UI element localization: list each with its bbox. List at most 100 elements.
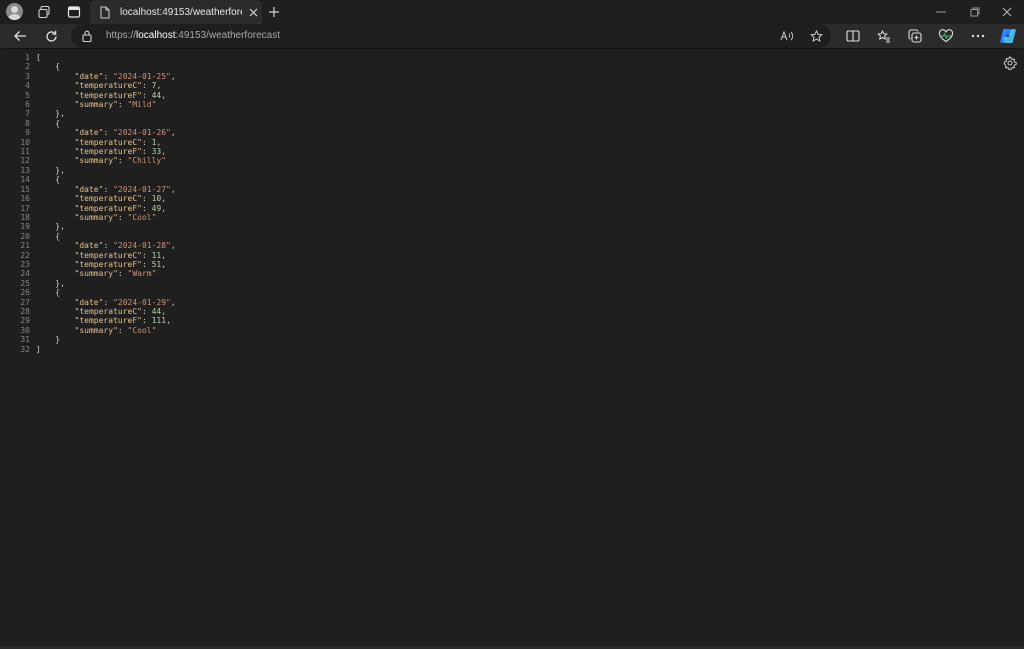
plus-icon[interactable] (263, 2, 285, 22)
line-number: 23 (20, 259, 30, 269)
code-line: { (36, 62, 61, 72)
json-value: 111 (151, 316, 167, 326)
line-number: 1 (25, 53, 30, 62)
json-key: "temperatureC" (74, 306, 142, 316)
lock-icon[interactable] (81, 29, 95, 43)
json-key: "summary" (74, 100, 118, 110)
code-line: { (36, 118, 61, 128)
line-number: 14 (20, 175, 30, 185)
minimize-icon[interactable] (924, 0, 958, 24)
json-key: "summary" (74, 269, 118, 279)
code-line: { (36, 175, 61, 185)
code-line: [ (36, 53, 41, 62)
json-key: "temperatureC" (74, 194, 142, 204)
code-line: { (36, 231, 61, 241)
copilot-icon[interactable] (997, 26, 1019, 46)
line-number: 3 (25, 71, 30, 81)
restore-icon[interactable] (958, 0, 992, 24)
code-line: "date": "2024-01-29", (74, 297, 176, 307)
code-line: "summary": "Warm" (74, 269, 157, 279)
workspaces-icon[interactable] (33, 2, 55, 22)
url-host: localhost (136, 30, 176, 41)
json-value: "Cool" (127, 325, 157, 335)
code-line: "date": "2024-01-27", (74, 184, 176, 194)
collections-icon[interactable] (904, 26, 926, 46)
split-screen-icon[interactable] (842, 26, 864, 46)
line-number: 2 (25, 62, 30, 72)
code-line: ] (36, 344, 41, 354)
json-value: "2024-01-27" (113, 184, 171, 194)
line-number: 13 (20, 165, 30, 175)
favorites-icon[interactable] (873, 26, 895, 46)
json-key: "date" (74, 241, 104, 251)
line-number: 5 (25, 90, 30, 100)
star-icon[interactable] (806, 26, 826, 46)
code-line: "summary": "Chilly" (74, 156, 167, 166)
json-key: "summary" (74, 212, 118, 222)
line-number: 26 (20, 288, 30, 298)
tab-strip: localhost:49153/weatherforecast (0, 0, 1024, 24)
json-value: "2024-01-29" (113, 297, 171, 307)
json-key: "temperatureF" (74, 259, 142, 269)
line-number: 30 (20, 325, 30, 335)
json-key: "date" (74, 184, 104, 194)
json-value: 1 (151, 137, 157, 147)
json-key: "temperatureC" (74, 81, 142, 91)
line-number: 10 (20, 137, 30, 147)
json-code: [ { "date": "2024-01-25", "temperatureC"… (36, 53, 176, 354)
json-key: "temperatureF" (74, 90, 142, 100)
url-scheme: https:// (106, 30, 137, 41)
json-value: "Chilly" (127, 156, 167, 166)
code-line: "temperatureC": 11, (74, 250, 167, 260)
line-number: 31 (20, 335, 30, 345)
code-line: }, (36, 278, 65, 288)
json-value: "Warm" (127, 269, 157, 279)
line-number: 16 (20, 194, 30, 204)
code-line: "temperatureC": 44, (74, 306, 167, 316)
code-line: }, (36, 165, 65, 175)
url-path: :49153/weatherforecast (175, 30, 280, 41)
code-line: "temperatureC": 7, (74, 81, 162, 91)
code-line: }, (36, 222, 65, 232)
avatar-icon[interactable] (6, 3, 23, 20)
gear-icon[interactable] (1003, 56, 1017, 71)
json-value: 7 (151, 81, 157, 91)
json-key: "summary" (74, 325, 118, 335)
line-number: 11 (20, 147, 30, 157)
code-line: "summary": "Cool" (74, 325, 157, 335)
code-line: "temperatureC": 1, (74, 137, 162, 147)
more-icon[interactable] (967, 26, 989, 46)
json-value: "2024-01-26" (113, 128, 171, 138)
json-key: "date" (74, 297, 104, 307)
refresh-icon[interactable] (40, 26, 62, 46)
json-key: "temperatureC" (74, 137, 142, 147)
json-key: "temperatureF" (74, 316, 142, 326)
json-key: "temperatureF" (74, 203, 142, 213)
code-line: }, (36, 109, 65, 119)
tab-active[interactable]: localhost:49153/weatherforecast (90, 0, 262, 24)
heart-pulse-icon[interactable] (935, 26, 957, 46)
json-value: "Cool" (127, 212, 157, 222)
toolbar: https://localhost:49153/weatherforecast (0, 24, 1024, 48)
line-number: 15 (20, 184, 30, 194)
json-value: "2024-01-25" (113, 71, 171, 81)
json-key: "temperatureC" (74, 250, 142, 260)
window-close-icon[interactable] (990, 0, 1024, 24)
tab-actions-icon[interactable] (63, 2, 85, 22)
line-numbers: 1 2 3 4 5 6 7 8 9 10 11 12 13 14 15 16 17 18 19 20 21 22 23 24 2… (3, 53, 30, 354)
code-line: { (36, 288, 61, 298)
read-aloud-icon[interactable] (777, 26, 797, 46)
json-viewer: 1 2 3 4 5 6 7 8 9 10 11 12 13 14 15 16 17 18 19 20 21 22 23 24 2… (3, 48, 1021, 647)
code-line: "date": "2024-01-28", (74, 241, 176, 251)
line-number: 12 (20, 156, 30, 166)
code-line: } (36, 335, 61, 345)
line-number: 8 (25, 118, 30, 128)
address-bar[interactable]: https://localhost:49153/weatherforecast (71, 24, 831, 48)
code-line: "temperatureF": 111, (74, 316, 171, 326)
code-line: "summary": "Mild" (74, 100, 157, 110)
close-icon[interactable] (246, 5, 260, 19)
url-text[interactable]: https://localhost:49153/weatherforecast (106, 30, 280, 41)
line-number: 28 (20, 306, 30, 316)
json-value: 49 (151, 203, 162, 213)
back-arrow-icon[interactable] (9, 26, 31, 46)
